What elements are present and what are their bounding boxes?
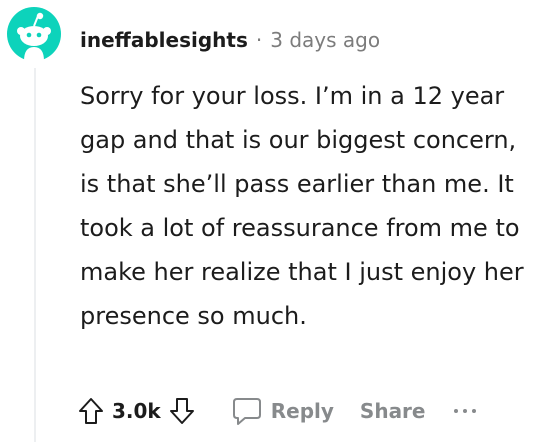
share-button[interactable]: Share: [360, 399, 426, 423]
comment-actions: 3.0k Reply Share: [78, 390, 476, 432]
thread-line[interactable]: [34, 68, 36, 442]
upvote-arrow-icon: [79, 398, 103, 424]
ellipsis-icon: [462, 409, 467, 413]
comment-body: Sorry for your loss. I’m in a 12 year ga…: [80, 82, 524, 330]
speech-bubble-icon: [232, 398, 261, 425]
comment-author[interactable]: ineffablesights: [80, 28, 248, 52]
ellipsis-icon: [453, 409, 458, 413]
comment-timestamp[interactable]: 3 days ago: [270, 28, 380, 52]
reply-button[interactable]: Reply: [231, 396, 334, 426]
reply-label: Reply: [270, 399, 334, 423]
upvote-button[interactable]: [78, 397, 104, 425]
meta-separator: ·: [255, 28, 263, 52]
avatar[interactable]: [7, 7, 61, 61]
comment-meta: ineffablesights · 3 days ago: [80, 24, 380, 56]
downvote-arrow-icon: [169, 398, 194, 424]
more-options-button[interactable]: [453, 401, 476, 421]
downvote-button[interactable]: [169, 397, 195, 425]
vote-count: 3.0k: [112, 399, 161, 423]
snoo-avatar-icon: [7, 7, 61, 61]
ellipsis-icon: [471, 409, 476, 413]
